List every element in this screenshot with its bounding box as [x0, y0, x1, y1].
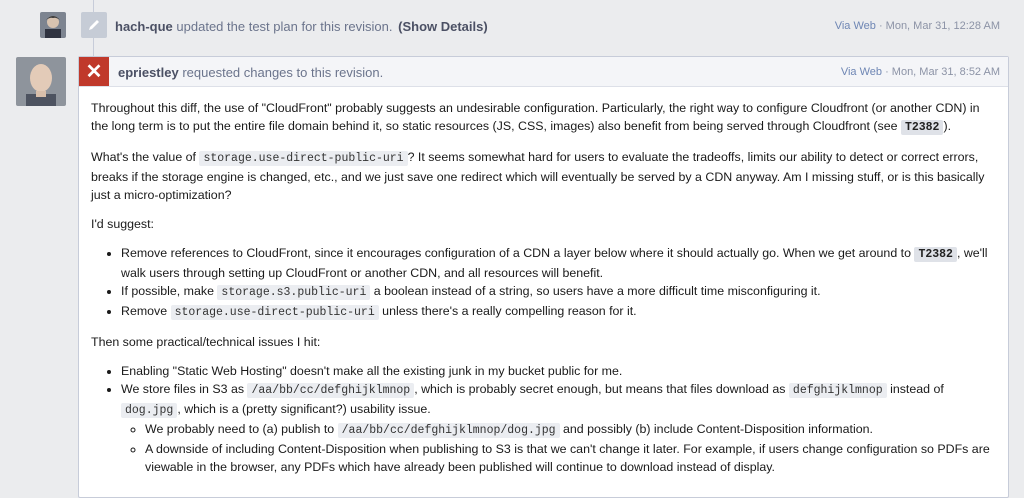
comment-header: ✕ epriestley requested changes to this r…	[79, 57, 1008, 87]
minor-transaction-text: hach-que updated the test plan for this …	[115, 19, 488, 34]
avatar[interactable]	[40, 12, 66, 38]
text: instead of	[886, 382, 944, 396]
task-link[interactable]: T2382	[900, 120, 944, 135]
paragraph: What's the value of storage.use-direct-p…	[91, 148, 996, 204]
task-link[interactable]: T2382	[914, 247, 957, 262]
text: , which is a (pretty significant?) usabi…	[177, 402, 431, 416]
inline-code: dog.jpg	[121, 403, 178, 418]
avatar[interactable]	[16, 57, 66, 106]
via-web-link[interactable]: Via Web	[835, 20, 876, 32]
comment-body: Throughout this diff, the use of "CloudF…	[91, 99, 996, 487]
timestamp[interactable]: · Mon, Mar 31, 8:52 AM	[885, 66, 1000, 78]
text: What's the value of	[91, 150, 200, 164]
text: a boolean instead of a string, so users …	[370, 284, 821, 298]
list-item: Enabling "Static Web Hosting" doesn't ma…	[121, 362, 996, 380]
list-item: We probably need to (a) publish to /aa/b…	[145, 420, 996, 440]
text: ).	[943, 119, 952, 133]
text: Throughout this diff, the use of "CloudF…	[91, 101, 980, 133]
text: We probably need to (a) publish to	[145, 422, 338, 436]
list-item: A downside of including Content-Disposit…	[145, 440, 996, 476]
nested-list: We probably need to (a) publish to /aa/b…	[121, 420, 996, 476]
text: Remove	[121, 304, 171, 318]
list-item: Remove storage.use-direct-public-uri unl…	[121, 302, 996, 322]
issue-list: Enabling "Static Web Hosting" doesn't ma…	[91, 362, 996, 476]
comment-box: ✕ epriestley requested changes to this r…	[78, 56, 1009, 498]
inline-code: defghijklmnop	[788, 383, 887, 398]
inline-code: /aa/bb/cc/defghijklmnop/dog.jpg	[337, 423, 560, 438]
request-changes-icon: ✕	[79, 57, 109, 86]
actor-link[interactable]: epriestley	[118, 65, 179, 80]
transaction-meta: Via Web · Mon, Mar 31, 12:28 AM	[835, 20, 1000, 32]
text: We store files in S3 as	[121, 382, 248, 396]
inline-code: /aa/bb/cc/defghijklmnop	[247, 383, 415, 398]
paragraph: I'd suggest:	[91, 217, 154, 231]
via-web-link[interactable]: Via Web	[841, 66, 882, 78]
text: unless there's a really compelling reaso…	[378, 304, 637, 318]
list-item: If possible, make storage.s3.public-uri …	[121, 282, 996, 302]
text: If possible, make	[121, 284, 218, 298]
inline-code: storage.use-direct-public-uri	[170, 305, 379, 320]
minor-transaction: hach-que updated the test plan for this …	[0, 0, 1024, 52]
timestamp[interactable]: · Mon, Mar 31, 12:28 AM	[879, 20, 1000, 32]
pencil-icon	[81, 12, 107, 38]
paragraph: Then some practical/technical issues I h…	[91, 335, 321, 349]
list-item: We store files in S3 as /aa/bb/cc/defghi…	[121, 380, 996, 476]
transaction-action: updated the test plan for this revision.	[176, 19, 393, 34]
inline-code: storage.use-direct-public-uri	[199, 151, 408, 166]
actor-link[interactable]: hach-que	[115, 19, 173, 34]
inline-code: storage.s3.public-uri	[217, 285, 371, 300]
show-details-link[interactable]: (Show Details)	[398, 19, 488, 34]
comment-header-text: epriestley requested changes to this rev…	[118, 65, 383, 80]
paragraph: Throughout this diff, the use of "CloudF…	[91, 99, 996, 137]
text: and possibly (b) include Content-Disposi…	[559, 422, 873, 436]
transaction-action: requested changes to this revision.	[182, 65, 384, 80]
list-item: Remove references to CloudFront, since i…	[121, 244, 996, 282]
text: , which is probably secret enough, but m…	[414, 382, 789, 396]
suggestion-list: Remove references to CloudFront, since i…	[91, 244, 996, 322]
text: Remove references to CloudFront, since i…	[121, 246, 915, 260]
transaction-meta: Via Web · Mon, Mar 31, 8:52 AM	[841, 66, 1000, 78]
